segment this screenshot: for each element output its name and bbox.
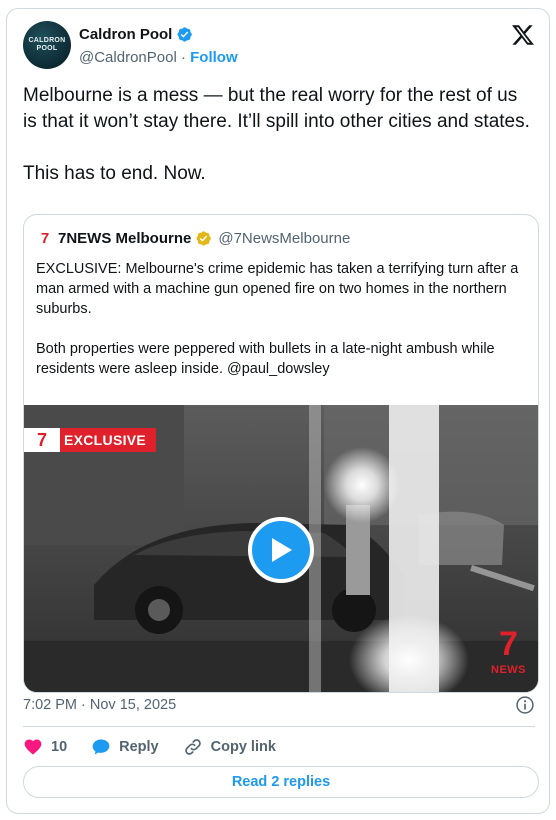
gold-verified-badge-icon bbox=[196, 230, 212, 246]
like-count: 10 bbox=[51, 739, 68, 755]
like-button[interactable]: 10 bbox=[23, 737, 67, 757]
quoted-tweet-header: 7 7NEWS Melbourne @7NewsMelbourne bbox=[36, 229, 350, 247]
heart-icon bbox=[24, 739, 42, 755]
video-thumbnail[interactable]: 7 EXCLUSIVE 7 NEWS bbox=[24, 405, 538, 692]
avatar-text-bottom: POOL bbox=[36, 45, 58, 52]
verified-badge-icon bbox=[177, 27, 193, 42]
handle-separator: · bbox=[176, 49, 191, 66]
x-logo-icon[interactable] bbox=[511, 23, 535, 47]
badge-label: EXCLUSIVE bbox=[60, 428, 157, 452]
watermark-7: 7 bbox=[499, 625, 518, 663]
copy-link-label: Copy link bbox=[210, 739, 276, 755]
avatar-text-top: CALDRON bbox=[28, 37, 66, 44]
author-name-row[interactable]: Caldron Pool bbox=[79, 26, 193, 43]
7news-watermark: 7 NEWS bbox=[491, 627, 526, 677]
author-handle-line: @CaldronPool · Follow bbox=[79, 49, 238, 66]
7news-logo-icon: 7 bbox=[40, 229, 50, 247]
reply-label: Reply bbox=[119, 739, 159, 755]
quoted-tweet[interactable]: 7 7NEWS Melbourne @7NewsMelbourne EXCLUS… bbox=[23, 214, 539, 693]
quoted-tweet-text: EXCLUSIVE: Melbourne's crime epidemic ha… bbox=[36, 261, 519, 377]
link-icon bbox=[184, 739, 201, 755]
exclusive-badge: 7 EXCLUSIVE bbox=[24, 428, 157, 452]
action-bar: 10 Reply Copy link bbox=[23, 737, 300, 757]
info-icon[interactable] bbox=[515, 695, 535, 715]
footer-divider bbox=[23, 726, 535, 727]
watermark-news: NEWS bbox=[491, 664, 526, 676]
tweet-timestamp[interactable]: 7:02 PM · Nov 15, 2025 bbox=[23, 697, 176, 713]
tweet-card: CALDRON POOL Caldron Pool @CaldronPool ·… bbox=[6, 8, 550, 814]
author-name[interactable]: Caldron Pool bbox=[79, 26, 172, 43]
quoted-author-name: 7NEWS Melbourne bbox=[58, 229, 192, 247]
tweet-text: Melbourne is a mess — but the real worry… bbox=[23, 85, 530, 184]
read-replies-button[interactable]: Read 2 replies bbox=[23, 766, 539, 798]
follow-button[interactable]: Follow bbox=[190, 49, 238, 66]
badge-7-logo: 7 bbox=[24, 428, 60, 452]
copy-link-button[interactable]: Copy link bbox=[183, 737, 276, 757]
author-avatar[interactable]: CALDRON POOL bbox=[23, 21, 71, 69]
play-icon bbox=[272, 538, 292, 562]
play-button[interactable] bbox=[248, 517, 314, 583]
reply-button[interactable]: Reply bbox=[91, 737, 159, 757]
author-handle[interactable]: @CaldronPool bbox=[79, 49, 177, 66]
speech-bubble-icon bbox=[92, 739, 110, 755]
quoted-author-handle: @7NewsMelbourne bbox=[218, 229, 351, 247]
